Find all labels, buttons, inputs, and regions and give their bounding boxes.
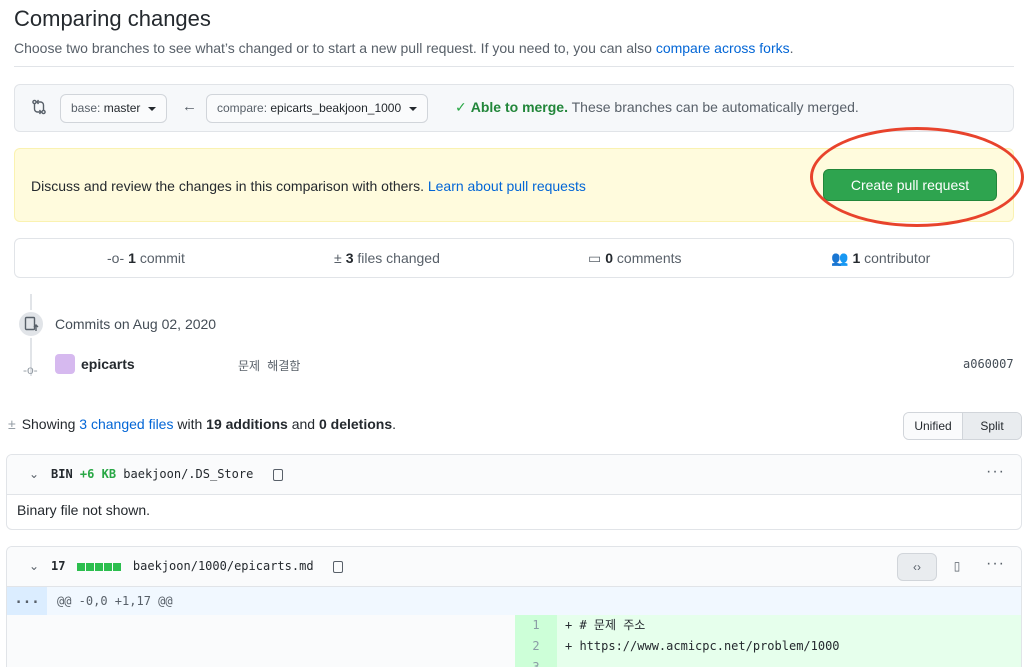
create-pull-request-button[interactable]: Create pull request — [823, 169, 997, 201]
commits-label: commit — [139, 250, 185, 266]
base-branch-select[interactable]: base: master — [60, 94, 167, 123]
base-value: master — [103, 101, 141, 115]
page-subtitle: Choose two branches to see what’s change… — [14, 40, 794, 56]
diff-line: 2 + https://www.acmicpc.net/problem/1000 — [7, 636, 1021, 657]
page-title: Comparing changes — [14, 6, 211, 31]
left-empty-cell — [7, 615, 515, 636]
people-icon: 👥 — [831, 250, 849, 266]
diff-line: 3 — [7, 657, 1021, 667]
commits-count: 1 — [128, 250, 136, 266]
left-empty-cell — [7, 636, 515, 657]
more-options-icon[interactable]: ··· — [986, 555, 1005, 573]
commit-sha[interactable]: a060007 — [963, 357, 1014, 371]
unified-view-button[interactable]: Unified — [904, 413, 962, 439]
arrow-left-icon: ← — [182, 98, 197, 115]
discuss-text: Discuss and review the changes in this c… — [31, 178, 424, 194]
caret-down-icon — [408, 106, 417, 111]
comments-count: 0 — [605, 250, 614, 266]
file-size-change: +6 KB — [79, 467, 117, 481]
subtitle-text: Choose two branches to see what’s change… — [14, 40, 652, 56]
compare-label: compare: — [217, 101, 268, 115]
code-line: + https://www.acmicpc.net/problem/1000 — [557, 636, 1021, 657]
merge-status-detail: These branches can be automatically merg… — [571, 99, 859, 115]
showing-and: and — [291, 416, 316, 432]
line-number[interactable]: 3 — [515, 657, 557, 667]
diff-icon: ± — [334, 250, 342, 266]
chevron-down-icon[interactable]: ⌄ — [29, 559, 39, 573]
code-line: + # 문제 주소 — [557, 615, 1021, 636]
file-icon[interactable]: ▯ — [937, 553, 977, 581]
subtitle-end: . — [789, 40, 794, 56]
file-kind: BIN — [51, 467, 73, 481]
comments-label: comments — [616, 250, 682, 266]
commit-author[interactable]: epicarts — [81, 356, 135, 372]
commit-message[interactable]: 문제 해결함 — [238, 357, 300, 374]
code-view-icon[interactable]: ‹› — [897, 553, 937, 581]
left-empty-cell — [7, 657, 515, 667]
showing-with: with — [177, 416, 203, 432]
diffstat-bar — [76, 560, 122, 574]
deletions-count: 0 deletions — [318, 416, 393, 432]
file-title: BIN +6 KB baekjoon/.DS_Store — [51, 467, 283, 481]
diff-icon: ± — [8, 416, 16, 432]
showing-end: . — [392, 416, 397, 432]
summary-commits[interactable]: -o- 1 commit — [107, 250, 185, 266]
more-options-icon[interactable]: ··· — [986, 463, 1005, 481]
contributors-count: 1 — [852, 250, 861, 266]
files-label: files changed — [357, 250, 440, 266]
comparison-summary: -o- 1 commit ±3 files changed ▭ 0 comments… — [14, 238, 1014, 278]
merge-status: ✓ Able to merge. These branches can be au… — [455, 99, 859, 116]
summary-contributors[interactable]: 👥 1 contributor — [831, 250, 930, 267]
files-count: 3 — [345, 250, 354, 266]
summary-comments[interactable]: ▭ 0 comments — [588, 250, 682, 267]
check-icon: ✓ — [455, 99, 467, 115]
file-header: ⌄ 17 baekjoon/1000/epicarts.md ‹› ▯ ··· — [7, 547, 1021, 587]
contributors-label: contributor — [864, 250, 931, 266]
split-view-button[interactable]: Split — [962, 413, 1021, 439]
diff-view-toggle: Unified Split — [903, 412, 1022, 440]
line-number[interactable]: 2 — [515, 636, 557, 657]
compare-branch-select[interactable]: compare: epicarts_beakjoon_1000 — [206, 94, 428, 123]
file-title: 17 baekjoon/1000/epicarts.md — [51, 559, 343, 574]
copy-icon[interactable] — [332, 560, 343, 573]
commits-date-heading: Commits on Aug 02, 2020 — [55, 316, 217, 332]
diff-line: 1 + # 문제 주소 — [7, 615, 1021, 636]
binary-note: Binary file not shown. — [7, 495, 1021, 525]
file-diff: ⌄ BIN +6 KB baekjoon/.DS_Store ··· Binar… — [6, 454, 1022, 530]
compare-across-forks-link[interactable]: compare across forks — [656, 40, 790, 56]
file-diff: ⌄ 17 baekjoon/1000/epicarts.md ‹› ▯ ··· … — [6, 546, 1022, 667]
changed-files-link[interactable]: 3 changed files — [79, 416, 173, 432]
summary-files[interactable]: ±3 files changed — [334, 250, 440, 266]
copy-icon[interactable] — [272, 468, 283, 481]
commit-icon: -o- — [107, 250, 125, 266]
learn-pull-requests-link[interactable]: Learn about pull requests — [428, 178, 586, 194]
range-editor: base: master ← compare: epicarts_beakjoo… — [14, 84, 1014, 132]
avatar[interactable] — [55, 354, 75, 374]
line-number[interactable]: 1 — [515, 615, 557, 636]
merge-status-label: Able to merge. — [470, 99, 568, 115]
chevron-down-icon[interactable]: ⌄ — [29, 467, 39, 481]
code-line — [557, 657, 1021, 667]
caret-down-icon — [147, 106, 156, 111]
compare-value: epicarts_beakjoon_1000 — [270, 101, 402, 115]
hunk-header-text: @@ -0,0 +1,17 @@ — [57, 594, 173, 608]
git-compare-icon — [32, 99, 46, 115]
file-change-count: 17 — [51, 559, 66, 573]
hunk-header: ... @@ -0,0 +1,17 @@ — [7, 587, 1021, 615]
divider — [14, 66, 1014, 67]
file-header: ⌄ BIN +6 KB baekjoon/.DS_Store ··· — [7, 455, 1021, 495]
expand-hunk-button[interactable]: ... — [7, 587, 47, 615]
file-path[interactable]: baekjoon/.DS_Store — [123, 467, 253, 481]
file-path[interactable]: baekjoon/1000/epicarts.md — [133, 559, 314, 573]
additions-count: 19 additions — [206, 416, 288, 432]
base-label: base: — [71, 101, 101, 115]
diff-summary-line: ± Showing 3 changed files with 19 additio… — [8, 416, 396, 432]
commit-push-icon — [17, 310, 45, 338]
showing-prefix: Showing — [21, 416, 76, 432]
discuss-text-wrap: Discuss and review the changes in this c… — [31, 178, 586, 194]
commit-node-icon: -o- — [23, 363, 38, 377]
comment-icon: ▭ — [588, 250, 602, 266]
